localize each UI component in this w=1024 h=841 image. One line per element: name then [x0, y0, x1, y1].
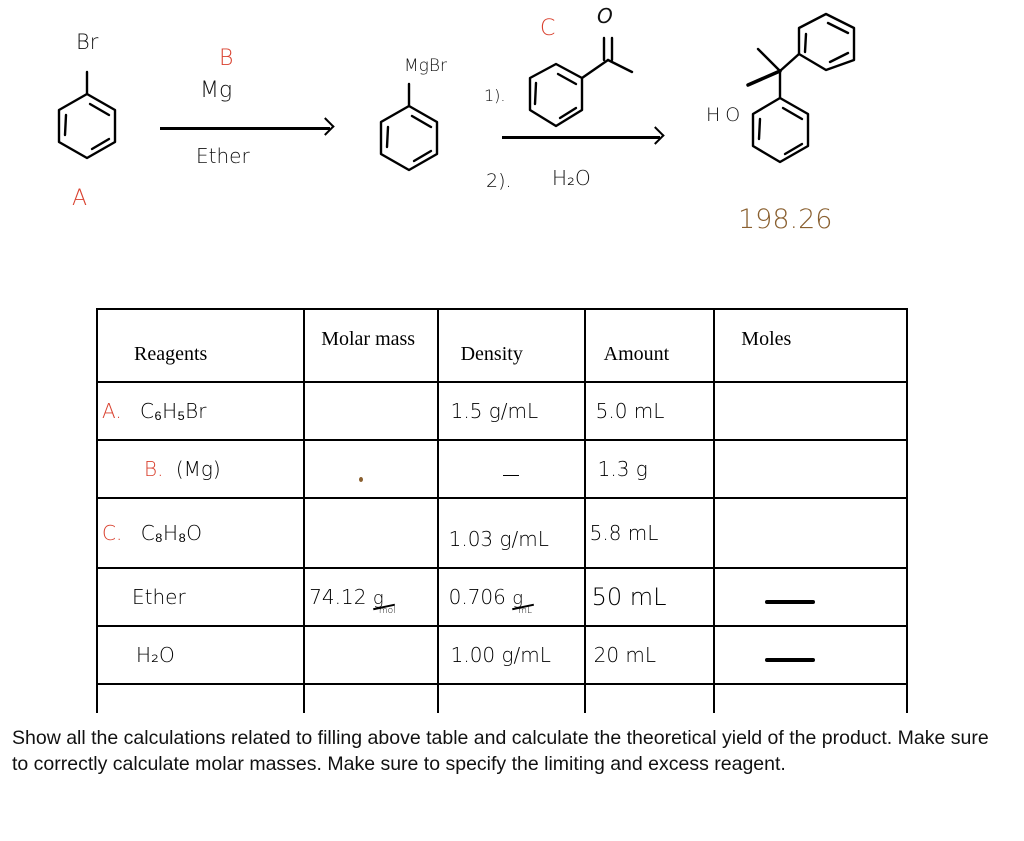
reagent-formula: (Mg) — [175, 457, 221, 481]
reaction-arrow-1 — [160, 127, 330, 130]
product-molar-mass: 198.26 — [738, 204, 833, 235]
molar-mass-unit: g mol — [372, 588, 396, 616]
density-cell[interactable] — [436, 439, 586, 499]
reagent-prefix: C. — [102, 520, 123, 545]
molar-mass-cell[interactable] — [303, 625, 439, 685]
step2-line2-label: 2). — [486, 170, 512, 192]
header-amount: Amount — [583, 308, 716, 383]
reagent-cell: H₂O — [95, 625, 306, 685]
density-cell[interactable]: 1.00 g/mL — [436, 625, 586, 685]
grignard-structure — [379, 82, 439, 172]
question-text: Show all the calculations related to fil… — [12, 727, 989, 775]
not-applicable-dash — [503, 474, 520, 476]
amount-cell[interactable]: 20 mL — [583, 625, 716, 685]
reagent-prefix: B. — [144, 457, 164, 481]
reagent-formula: C₈H₈O — [140, 520, 203, 545]
step1-reagent: Mg — [200, 78, 233, 103]
molar-mass-cell[interactable] — [303, 439, 439, 499]
grignard-substituent-label: MgBr — [404, 56, 447, 76]
table-row: A. C₆H₅Br 1.5 g/mL 5.0 mL — [95, 381, 908, 441]
header-molar-mass: Molar mass — [303, 308, 439, 383]
bromobenzene-structure — [57, 70, 117, 160]
stray-mark — [359, 477, 364, 482]
table-tail-row — [95, 683, 908, 713]
reagent-table: Reagents Molar mass Density Amount Moles… — [95, 308, 908, 713]
amount-cell[interactable]: 1.3 g — [583, 439, 716, 499]
reaction-arrow-2 — [502, 136, 660, 139]
step2-line1-label: 1). — [484, 86, 506, 105]
header-density: Density — [436, 308, 586, 383]
table-header-row: Reagents Molar mass Density Amount Moles — [95, 308, 908, 383]
step2-reagent: H₂O — [552, 166, 591, 190]
reagent-label-a: A — [72, 186, 88, 211]
amount-cell[interactable]: 5.0 mL — [583, 381, 716, 441]
header-reagents: Reagents — [95, 308, 306, 383]
reagent-cell: B. (Mg) — [95, 439, 306, 499]
table-row: Ether 74.12 g mol 0.706 g mL 50 mL — [95, 567, 908, 627]
reagent-prefix: A. — [102, 398, 122, 423]
product-structure — [746, 12, 856, 164]
reagent-formula: Ether — [132, 585, 186, 609]
moles-cell[interactable] — [713, 381, 908, 441]
moles-cell[interactable] — [713, 497, 908, 569]
reagent-cell: C. C₈H₈O — [95, 497, 306, 569]
bromine-label: Br — [76, 30, 99, 54]
table-row: B. (Mg) 1.3 g — [95, 439, 908, 499]
reagent-cell: Ether — [95, 567, 306, 627]
density-cell[interactable]: 1.5 g/mL — [436, 381, 586, 441]
acetophenone-structure — [528, 36, 634, 128]
reagent-formula: C₆H₅Br — [140, 398, 207, 423]
molar-mass-cell[interactable]: 74.12 g mol — [303, 567, 439, 627]
reagent-cell: A. C₆H₅Br — [95, 381, 306, 441]
amount-cell[interactable]: 5.8 mL — [583, 497, 716, 569]
not-applicable-dash — [765, 658, 816, 662]
molar-mass-cell[interactable] — [303, 497, 439, 569]
header-moles: Moles — [713, 308, 908, 383]
moles-cell[interactable] — [713, 567, 908, 627]
table-row: H₂O 1.00 g/mL 20 mL — [95, 625, 908, 685]
density-cell[interactable]: 1.03 g/mL — [436, 497, 586, 569]
reagent-label-b: B — [219, 46, 234, 71]
reagent-formula: H₂O — [136, 643, 175, 667]
moles-cell[interactable] — [713, 625, 908, 685]
density-unit: g mL — [512, 588, 535, 616]
moles-cell[interactable] — [713, 439, 908, 499]
amount-cell[interactable]: 50 mL — [583, 567, 716, 627]
table-row: C. C₈H₈O 1.03 g/mL 5.8 mL — [95, 497, 908, 569]
molar-mass-cell[interactable] — [303, 381, 439, 441]
not-applicable-dash — [765, 600, 816, 604]
density-cell[interactable]: 0.706 g mL — [436, 567, 586, 627]
carbonyl-oxygen-label: O — [597, 4, 613, 28]
step1-solvent: Ether — [196, 144, 250, 168]
